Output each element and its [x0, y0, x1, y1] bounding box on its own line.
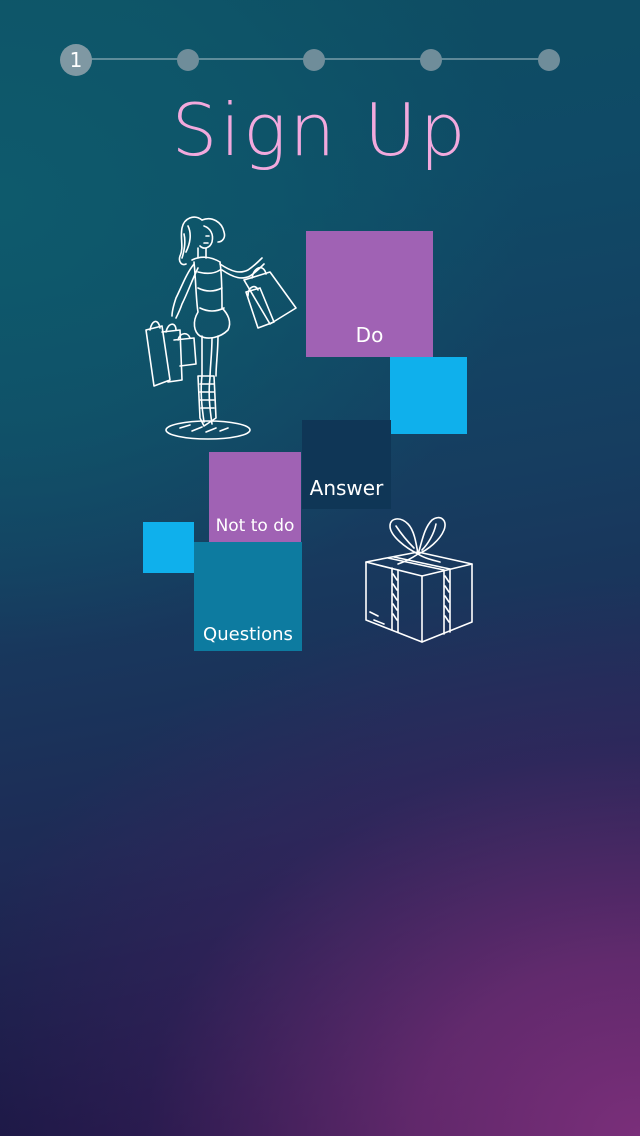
not-to-do-tile[interactable]: Not to do — [209, 452, 301, 542]
cyan-accent-tile-small — [143, 522, 194, 573]
cyan-accent-tile-large — [390, 357, 467, 434]
answer-tile[interactable]: Answer — [302, 420, 391, 509]
answer-tile-label: Answer — [309, 476, 384, 500]
gift-box-icon — [365, 516, 473, 643]
step-5-indicator — [538, 49, 560, 71]
step-2-indicator — [177, 49, 199, 71]
step-3-indicator — [303, 49, 325, 71]
shopping-woman-icon — [145, 216, 297, 440]
not-to-do-tile-label: Not to do — [215, 516, 295, 536]
step-1-indicator: 1 — [60, 44, 92, 76]
do-tile[interactable]: Do — [306, 231, 433, 357]
questions-tile[interactable]: Questions — [194, 542, 302, 651]
page-title: Sign Up — [171, 88, 469, 172]
signup-progress-stepper: 1 — [60, 44, 562, 76]
questions-tile-label: Questions — [203, 624, 293, 645]
step-4-indicator — [420, 49, 442, 71]
do-tile-label: Do — [355, 323, 384, 347]
